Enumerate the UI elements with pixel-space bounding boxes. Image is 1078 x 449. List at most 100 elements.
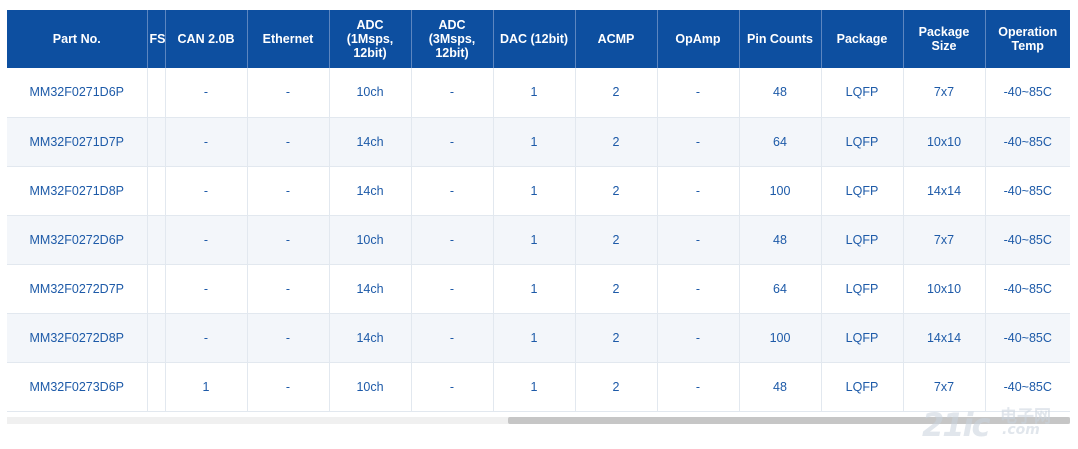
cell-pins: 64 <box>739 117 822 167</box>
cell-opamp: - <box>657 166 740 216</box>
table-row[interactable]: MM32F0271D6P - -10ch -1 2-48 LQFP 7x7 -40~85C <box>7 68 1070 118</box>
cell-opamp: - <box>657 264 740 314</box>
cell-acmp: 2 <box>575 215 658 265</box>
cell-part[interactable]: MM32F0272D7P <box>7 264 148 314</box>
cell-pins: 100 <box>739 313 822 363</box>
cell-fs <box>147 362 166 412</box>
cell-part[interactable]: MM32F0272D8P <box>7 313 148 363</box>
cell-can: - <box>165 264 248 314</box>
cell-adc3: - <box>411 117 494 167</box>
table-row[interactable]: MM32F0271D7P - -14ch -1 2-64 LQFP 10x10 -40~85C <box>7 117 1070 167</box>
cell-acmp: 2 <box>575 117 658 167</box>
column-header-adc1: ADC (1Msps, 12bit) <box>329 10 412 68</box>
table-row[interactable]: MM32F0272D8P - -14ch -1 2-100 LQFP 14x14 -40~85… <box>7 313 1070 363</box>
cell-opamp: - <box>657 362 740 412</box>
cell-fs <box>147 264 166 314</box>
table-row[interactable]: MM32F0272D6P - -10ch -1 2-48 LQFP 7x7 -40~85C <box>7 215 1070 265</box>
cell-dac: 1 <box>493 166 576 216</box>
cell-eth: - <box>247 215 330 265</box>
horizontal-scrollbar[interactable] <box>7 417 1070 424</box>
header-row: Part No. FS CAN 2.0B Ethernet ADC (1Msps, 12… <box>7 10 1070 68</box>
table-row[interactable]: MM32F0273D6P 1-10ch -1 2-48 LQFP 7x7 -40~85C <box>7 362 1070 412</box>
cell-acmp: 2 <box>575 362 658 412</box>
cell-eth: - <box>247 166 330 216</box>
cell-dac: 1 <box>493 264 576 314</box>
cell-dac: 1 <box>493 68 576 118</box>
column-header-opamp: OpAmp <box>657 10 740 68</box>
cell-temp: -40~85C <box>985 215 1070 265</box>
cell-can: - <box>165 166 248 216</box>
cell-pkg: LQFP <box>821 215 904 265</box>
product-table: Part No. FS CAN 2.0B Ethernet ADC (1Msps, 12… <box>7 10 1070 412</box>
cell-adc1: 14ch <box>329 313 412 363</box>
cell-eth: - <box>247 313 330 363</box>
column-header-adc3: ADC (3Msps, 12bit) <box>411 10 494 68</box>
column-header-eth: Ethernet <box>247 10 330 68</box>
cell-adc3: - <box>411 166 494 216</box>
cell-size: 7x7 <box>903 68 986 118</box>
cell-opamp: - <box>657 68 740 118</box>
cell-can: - <box>165 215 248 265</box>
cell-opamp: - <box>657 215 740 265</box>
cell-acmp: 2 <box>575 313 658 363</box>
cell-adc3: - <box>411 264 494 314</box>
cell-eth: - <box>247 68 330 118</box>
cell-temp: -40~85C <box>985 166 1070 216</box>
cell-fs <box>147 215 166 265</box>
cell-adc1: 14ch <box>329 264 412 314</box>
cell-temp: -40~85C <box>985 68 1070 118</box>
cell-acmp: 2 <box>575 264 658 314</box>
cell-dac: 1 <box>493 313 576 363</box>
column-header-dac: DAC (12bit) <box>493 10 576 68</box>
cell-can: - <box>165 313 248 363</box>
product-table-container: Part No. FS CAN 2.0B Ethernet ADC (1Msps, 12… <box>7 10 1070 412</box>
watermark-number: 21ic <box>922 406 990 444</box>
cell-adc1: 10ch <box>329 215 412 265</box>
cell-can: - <box>165 117 248 167</box>
watermark-site: .com <box>1002 422 1040 438</box>
cell-dac: 1 <box>493 362 576 412</box>
cell-fs <box>147 166 166 216</box>
cell-adc3: - <box>411 313 494 363</box>
cell-temp: -40~85C <box>985 117 1070 167</box>
cell-part[interactable]: MM32F0271D8P <box>7 166 148 216</box>
column-header-fs: FS <box>147 10 166 68</box>
column-header-size: Package Size <box>903 10 986 68</box>
column-header-pins: Pin Counts <box>739 10 822 68</box>
cell-adc3: - <box>411 215 494 265</box>
cell-fs <box>147 313 166 363</box>
cell-adc1: 14ch <box>329 166 412 216</box>
table-row[interactable]: MM32F0271D8P - -14ch -1 2-100 LQFP 14x14 -40~85… <box>7 166 1070 216</box>
table-header: Part No. FS CAN 2.0B Ethernet ADC (1Msps, 12… <box>7 10 1070 68</box>
cell-eth: - <box>247 362 330 412</box>
cell-opamp: - <box>657 117 740 167</box>
cell-temp: -40~85C <box>985 313 1070 363</box>
cell-pins: 100 <box>739 166 822 216</box>
column-header-acmp: ACMP <box>575 10 658 68</box>
cell-temp: -40~85C <box>985 264 1070 314</box>
cell-size: 10x10 <box>903 117 986 167</box>
cell-pkg: LQFP <box>821 166 904 216</box>
cell-pins: 48 <box>739 215 822 265</box>
cell-size: 14x14 <box>903 166 986 216</box>
cell-pkg: LQFP <box>821 313 904 363</box>
cell-adc3: - <box>411 362 494 412</box>
cell-can: 1 <box>165 362 248 412</box>
cell-adc1: 10ch <box>329 362 412 412</box>
cell-can: - <box>165 68 248 118</box>
cell-size: 14x14 <box>903 313 986 363</box>
cell-opamp: - <box>657 313 740 363</box>
cell-part[interactable]: MM32F0271D7P <box>7 117 148 167</box>
table-row[interactable]: MM32F0272D7P - -14ch -1 2-64 LQFP 10x10 -40~85C <box>7 264 1070 314</box>
cell-part[interactable]: MM32F0273D6P <box>7 362 148 412</box>
cell-fs <box>147 117 166 167</box>
cell-adc3: - <box>411 68 494 118</box>
cell-pins: 48 <box>739 362 822 412</box>
cell-eth: - <box>247 117 330 167</box>
cell-pins: 64 <box>739 264 822 314</box>
cell-part[interactable]: MM32F0271D6P <box>7 68 148 118</box>
cell-part[interactable]: MM32F0272D6P <box>7 215 148 265</box>
cell-dac: 1 <box>493 215 576 265</box>
cell-pins: 48 <box>739 68 822 118</box>
column-header-temp: Operation Temp <box>985 10 1070 68</box>
